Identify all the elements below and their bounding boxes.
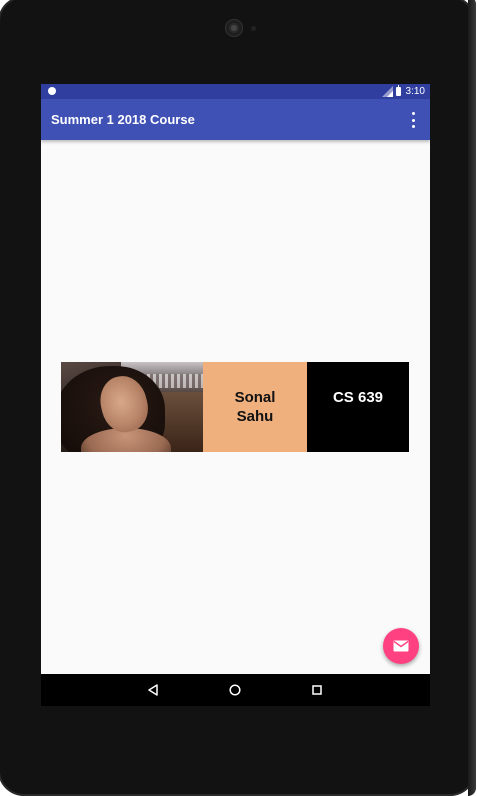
device-screen: 3:10 Summer 1 2018 Course Sonal Sahu CS …: [41, 84, 430, 706]
status-bar: 3:10: [41, 84, 430, 99]
app-title: Summer 1 2018 Course: [51, 112, 195, 127]
battery-icon: [395, 85, 401, 96]
sensor-dot: [251, 26, 256, 31]
signal-icon: [381, 86, 393, 97]
profile-photo: [61, 362, 203, 452]
recents-square-icon[interactable]: [312, 685, 322, 695]
app-bar: Summer 1 2018 Course: [41, 99, 430, 140]
email-fab-button[interactable]: [383, 628, 419, 664]
mail-icon: [393, 640, 409, 652]
back-triangle-icon[interactable]: [147, 684, 159, 696]
course-card[interactable]: Sonal Sahu CS 639: [61, 362, 409, 452]
student-name: Sonal Sahu: [203, 362, 307, 452]
overflow-menu-icon[interactable]: [410, 112, 416, 128]
status-indicators: 3:10: [381, 85, 425, 98]
home-circle-icon[interactable]: [229, 684, 241, 696]
course-code-text: CS 639: [332, 389, 384, 406]
status-time: 3:10: [405, 86, 425, 97]
tablet-edge: [468, 0, 476, 796]
camera-icon: [226, 20, 242, 36]
navigation-bar: [41, 674, 430, 706]
notification-icon: [48, 87, 56, 95]
course-code: CS 639: [307, 362, 409, 452]
student-name-text: Sonal Sahu: [234, 389, 276, 425]
